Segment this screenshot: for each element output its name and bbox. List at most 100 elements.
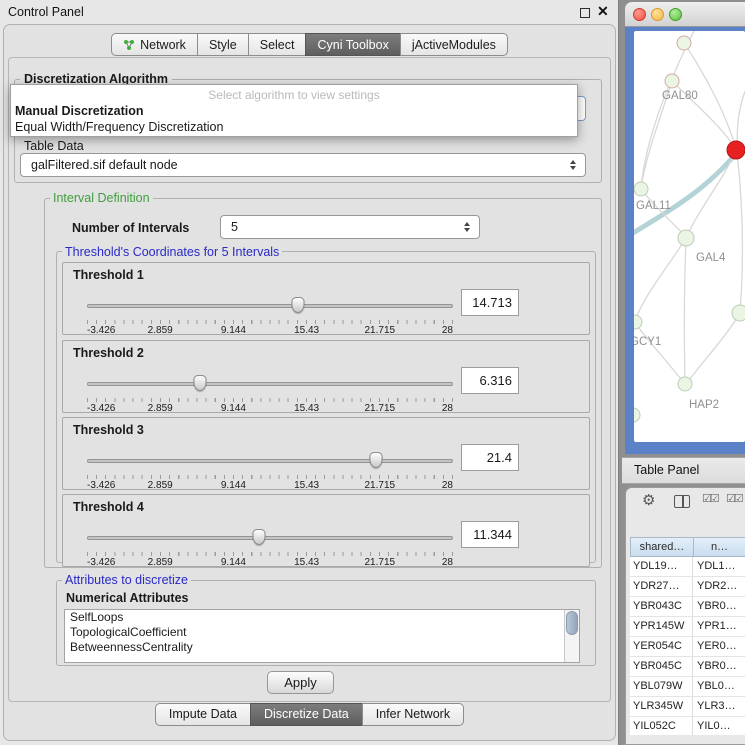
- node[interactable]: [634, 408, 640, 422]
- scrollbar-track[interactable]: [564, 610, 579, 662]
- tick-label: 2.859: [148, 325, 173, 336]
- columns-icon[interactable]: [674, 495, 690, 508]
- tab-label: Select: [260, 38, 295, 52]
- group-title: Attributes to discretize: [62, 573, 191, 587]
- tab-impute-data[interactable]: Impute Data: [155, 703, 251, 726]
- node[interactable]: [634, 315, 642, 329]
- cell: YBR043C: [630, 597, 693, 616]
- cell: YBR0…: [693, 657, 737, 676]
- node[interactable]: [732, 305, 745, 321]
- threshold-slider[interactable]: -3.426 2.859 9.144 15.43 21.715 28: [87, 297, 453, 335]
- cell: YDL19…: [630, 557, 693, 576]
- dropdown-option-manual-discretization[interactable]: Manual Discretization: [11, 103, 577, 119]
- slider-track[interactable]: [87, 382, 453, 386]
- panel-title: Table Panel: [634, 458, 699, 483]
- tick-label: 21.715: [365, 403, 396, 414]
- slider-thumb[interactable]: [194, 375, 207, 391]
- list-item[interactable]: TopologicalCoefficient: [65, 625, 579, 640]
- table-row[interactable]: YPR145WYPR1…: [630, 617, 745, 637]
- zoom-traffic-light-icon[interactable]: [669, 8, 682, 21]
- cell: YLR345W: [630, 697, 693, 716]
- table-row[interactable]: YBR043CYBR0…: [630, 597, 745, 617]
- tab-network[interactable]: Network: [111, 33, 198, 56]
- threshold-slider[interactable]: -3.426 2.859 9.144 15.43 21.715 28: [87, 529, 453, 567]
- slider-track[interactable]: [87, 536, 453, 540]
- threshold-slider[interactable]: -3.426 2.859 9.144 15.43 21.715 28: [87, 452, 453, 490]
- tick-label: 21.715: [365, 557, 396, 568]
- tab-discretize-data[interactable]: Discretize Data: [250, 703, 363, 726]
- tick-label: 9.144: [221, 480, 246, 491]
- cell: YIL0…: [693, 717, 731, 735]
- cell: YDR2…: [693, 577, 737, 596]
- select-columns-icon[interactable]: ☑☑: [702, 492, 718, 505]
- table-row[interactable]: YER054CYER0…: [630, 637, 745, 657]
- selected-node[interactable]: [727, 141, 745, 159]
- table-row[interactable]: YLR345WYLR3…: [630, 697, 745, 717]
- table-data-combobox[interactable]: galFiltered.sif default node: [20, 153, 586, 177]
- tick-label: 21.715: [365, 480, 396, 491]
- number-of-intervals-label: Number of Intervals: [72, 221, 189, 235]
- threshold-value-field[interactable]: 6.316: [461, 367, 519, 394]
- cell: YER0…: [693, 637, 737, 656]
- tick-label: 15.43: [294, 480, 319, 491]
- slider-track[interactable]: [87, 459, 453, 463]
- node[interactable]: [665, 74, 679, 88]
- gear-icon[interactable]: ⚙: [642, 491, 655, 509]
- node-label: GAL4: [696, 252, 725, 264]
- slider-ticks: [87, 475, 453, 479]
- cell: YPR145W: [630, 617, 693, 636]
- cell: YBL0…: [693, 677, 735, 696]
- dropdown-option-equal-width-frequency[interactable]: Equal Width/Frequency Discretization: [11, 119, 577, 135]
- table-row[interactable]: YBR045CYBR0…: [630, 657, 745, 677]
- tab-cyni-toolbox[interactable]: Cyni Toolbox: [305, 33, 400, 56]
- table-row[interactable]: YDL19…YDL1…: [630, 557, 745, 577]
- column-header-shared-name[interactable]: shared…: [630, 537, 694, 557]
- node[interactable]: [634, 182, 648, 196]
- slider-thumb[interactable]: [370, 452, 383, 468]
- tab-style[interactable]: Style: [197, 33, 249, 56]
- table-row[interactable]: YIL052CYIL0…: [630, 717, 745, 735]
- threshold-value-field[interactable]: 11.344: [461, 521, 519, 548]
- list-item[interactable]: BetweennessCentrality: [65, 640, 579, 655]
- table-row[interactable]: YDR27…YDR2…: [630, 577, 745, 597]
- cell: YBL079W: [630, 677, 693, 696]
- float-window-icon[interactable]: [580, 8, 590, 18]
- table-body: YDL19…YDL1… YDR27…YDR2… YBR043CYBR0… YPR…: [630, 557, 745, 735]
- slider-track[interactable]: [87, 304, 453, 308]
- table-row[interactable]: YBL079WYBL0…: [630, 677, 745, 697]
- tick-label: 21.715: [365, 325, 396, 336]
- tab-jactivemodules[interactable]: jActiveModules: [400, 33, 508, 56]
- network-canvas[interactable]: GAL80 GAL11 GAL4 GCY1 HAP2: [634, 31, 745, 442]
- node[interactable]: [677, 36, 691, 50]
- close-icon[interactable]: ✕: [597, 3, 609, 20]
- tick-label: 9.144: [221, 403, 246, 414]
- slider-thumb[interactable]: [292, 297, 305, 313]
- slider-thumb[interactable]: [253, 529, 266, 545]
- apply-button[interactable]: Apply: [267, 671, 334, 694]
- column-header-name[interactable]: n…: [693, 537, 745, 557]
- tick-label: 28: [442, 403, 453, 414]
- node[interactable]: [678, 230, 694, 246]
- number-of-intervals-combobox[interactable]: 5: [220, 215, 480, 239]
- table-panel-window: ⚙ ☑☑ ☑☑ shared… n… YDL19…YDL1… YDR27…YDR…: [625, 487, 745, 745]
- node-label: GAL80: [662, 90, 698, 102]
- close-traffic-light-icon[interactable]: [633, 8, 646, 21]
- node[interactable]: [678, 377, 692, 391]
- list-item[interactable]: SelfLoops: [65, 610, 579, 625]
- threshold-value-field[interactable]: 21.4: [461, 444, 519, 471]
- network-view-window: GAL80 GAL11 GAL4 GCY1 HAP2: [625, 2, 745, 454]
- threshold-slider[interactable]: -3.426 2.859 9.144 15.43 21.715 28: [87, 375, 453, 413]
- node-label: GAL11: [636, 200, 671, 212]
- scrollbar-thumb[interactable]: [566, 611, 578, 635]
- threshold-value-field[interactable]: 14.713: [461, 289, 519, 316]
- bottom-tab-bar: Impute Data Discretize Data Infer Networ…: [0, 703, 619, 726]
- select-rows-icon[interactable]: ☑☑: [726, 492, 742, 505]
- tab-infer-network[interactable]: Infer Network: [362, 703, 464, 726]
- minimize-traffic-light-icon[interactable]: [651, 8, 664, 21]
- tab-select[interactable]: Select: [248, 33, 307, 56]
- tick-label: 2.859: [148, 557, 173, 568]
- slider-tick-labels: -3.426 2.859 9.144 15.43 21.715 28: [87, 325, 453, 336]
- tick-label: 2.859: [148, 403, 173, 414]
- cell: YDR27…: [630, 577, 693, 596]
- table-data-label: Table Data: [24, 139, 84, 153]
